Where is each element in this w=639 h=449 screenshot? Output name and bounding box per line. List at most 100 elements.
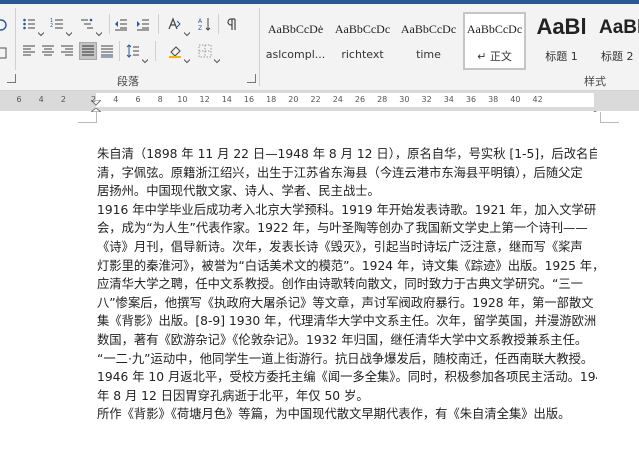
- ruler-tick-label: 36: [465, 95, 477, 104]
- font-dialog-icon[interactable]: [0, 18, 8, 32]
- multilevel-list-icon[interactable]: [80, 17, 94, 31]
- style-name: aslcompl...: [265, 48, 326, 61]
- ruler-tick-label: 8: [157, 95, 163, 104]
- ruler-tick-label: 4: [113, 95, 119, 104]
- text-line[interactable]: 《诗》月刊，倡导新诗。次年，发表长诗《毁灭》，引起当时诗坛广泛注意，继而写《桨声: [97, 238, 597, 257]
- style-aslcompl[interactable]: AaBbCcDė aslcompl...: [264, 12, 327, 70]
- decrease-indent-icon[interactable]: [114, 17, 128, 31]
- style-name: ↵ 正文: [477, 50, 512, 63]
- paragraph-group-label: 段落: [117, 75, 139, 88]
- style-time[interactable]: AaBbCcDc time: [397, 12, 460, 70]
- chevron-down-icon[interactable]: [95, 22, 103, 37]
- text-line[interactable]: 灯影里的秦淮河》，被誉为“白话美术文的模范”。1924 年，诗文集《踪迹》出版。…: [97, 257, 597, 276]
- text-line[interactable]: 居扬州。中国现代散文家、诗人、学者、民主战士。: [97, 182, 597, 201]
- text-effects-icon[interactable]: [0, 46, 8, 60]
- style-sample: AaBbCcDc: [466, 22, 523, 36]
- ruler-tick-label: 12: [199, 95, 210, 104]
- ruler-tick-label: 26: [354, 95, 366, 104]
- document-canvas[interactable]: 朱自清（1898 年 11 月 22 日—1948 年 8 月 12 日），原名…: [0, 112, 639, 449]
- align-center-icon[interactable]: [41, 44, 55, 58]
- distributed-icon[interactable]: [100, 44, 114, 58]
- style-sample: AaBbCcDc: [334, 22, 391, 36]
- style-name: 标题 1: [545, 50, 578, 63]
- chevron-down-icon[interactable]: [65, 22, 73, 37]
- ruler-tick-label: 24: [332, 95, 343, 104]
- horizontal-ruler[interactable]: 6 4 2 2 4 6 8 10 12 14 16 18 20 22 24 26 28 30 32 34 36 38 40 4…: [0, 91, 639, 117]
- style-sample: AaBl: [536, 14, 587, 39]
- line-spacing-icon[interactable]: [126, 44, 140, 58]
- ruler-tick-label: 6: [16, 95, 22, 104]
- document-body[interactable]: 朱自清（1898 年 11 月 22 日—1948 年 8 月 12 日），原名…: [97, 145, 597, 424]
- style-heading-2[interactable]: AaBb 标题 2: [595, 12, 639, 70]
- show-marks-icon[interactable]: [224, 17, 238, 31]
- ruler-tick-label: 14: [221, 95, 232, 104]
- separator: [109, 14, 110, 34]
- style-name: richtext: [341, 48, 384, 61]
- bullets-icon[interactable]: [22, 17, 36, 31]
- chinese-layout-icon[interactable]: [167, 17, 181, 31]
- ruler-tick-label: 16: [243, 95, 255, 104]
- styles-gallery: AaBbCcDė aslcompl... AaBbCcDc richtext A…: [264, 12, 639, 70]
- sort-icon[interactable]: AZ: [198, 17, 212, 31]
- ruler-tick-label: 10: [177, 95, 188, 104]
- page-corner-marker: [600, 112, 619, 123]
- borders-icon[interactable]: [198, 44, 212, 58]
- ruler-tick-label: 18: [266, 95, 277, 104]
- ruler-tick-label: 6: [135, 95, 141, 104]
- text-line[interactable]: 会，成为“为人生”代表作家。1922 年，与叶圣陶等创办了我国新文学史上第一个诗…: [97, 219, 597, 238]
- style-sample: AaBbCcDė: [267, 22, 324, 36]
- style-heading-1[interactable]: AaBl 标题 1: [530, 12, 593, 70]
- numbering-icon[interactable]: 12: [50, 17, 64, 31]
- style-name: time: [416, 48, 441, 61]
- ribbon-home-tab: 12 AZ 段落 样式 AaBbCcDė aslcompl... AaBbCcD…: [0, 4, 639, 91]
- chevron-down-icon[interactable]: [213, 49, 221, 64]
- ruler-tick-label: 28: [377, 95, 388, 104]
- ruler-tick-label: 30: [399, 95, 410, 104]
- text-line[interactable]: 1946 年 10 月返北平，受校方委托主编《闻一多全集》。同时，积极参加各项民…: [97, 368, 597, 387]
- separator: [119, 41, 120, 61]
- separator: [218, 14, 219, 34]
- styles-group-label: 样式: [584, 75, 606, 88]
- style-name: 标题 2: [601, 50, 634, 63]
- justify-icon[interactable]: [79, 42, 97, 60]
- separator: [155, 41, 156, 61]
- style-sample: AaBb: [599, 17, 639, 38]
- text-line[interactable]: 应清华大学之聘，任中文系教授。创作由诗歌转向散文，同时致力于古典文学研究。“三一: [97, 275, 597, 294]
- ruler-tick-label: 2: [60, 95, 66, 104]
- text-line[interactable]: 数国，著有《欧游杂记》《伦敦杂记》。1932 年归国，继任清华大学中文系教授兼系…: [97, 331, 597, 350]
- svg-text:2: 2: [50, 23, 53, 29]
- align-left-icon[interactable]: [22, 44, 36, 58]
- text-line[interactable]: 年 8 月 12 日因胃穿孔病逝于北平，年仅 50 岁。: [97, 387, 597, 406]
- increase-indent-icon[interactable]: [136, 17, 150, 31]
- svg-text:A: A: [198, 18, 203, 25]
- text-line[interactable]: 集《背影》出版。[8-9] 1930 年，代理清华大学中文系主任。次年，留学英国…: [97, 312, 597, 331]
- shading-icon[interactable]: [168, 44, 182, 58]
- ruler-tick-label: 2: [91, 95, 97, 104]
- style-richtext[interactable]: AaBbCcDc richtext: [331, 12, 394, 70]
- ruler-tick-label: 34: [443, 95, 454, 104]
- ruler-tick-label: 32: [421, 95, 432, 104]
- align-right-icon[interactable]: [60, 44, 74, 58]
- style-sample: AaBbCcDc: [400, 22, 457, 36]
- font-dialog-launcher-icon[interactable]: [7, 74, 16, 83]
- text-line[interactable]: 八”惨案后，他撰写《执政府大屠杀记》等文章，声讨军阀政府暴行。1928 年，第一…: [97, 294, 597, 313]
- ruler-tick-label: 38: [488, 95, 499, 104]
- paragraph-dialog-launcher-icon[interactable]: [247, 74, 256, 83]
- chevron-down-icon[interactable]: [183, 22, 191, 37]
- chevron-down-icon[interactable]: [37, 22, 45, 37]
- text-line[interactable]: 朱自清（1898 年 11 月 22 日—1948 年 8 月 12 日），原名…: [97, 145, 597, 164]
- group-separator: [15, 8, 16, 70]
- text-line[interactable]: 清，字佩弦。原籍浙江绍兴，出生于江苏省东海县（今连云港市东海县平明镇），后随父定: [97, 164, 597, 183]
- ruler-tick-label: 40: [510, 95, 521, 104]
- ruler-tick-label: 22: [310, 95, 321, 104]
- separator: [158, 14, 159, 34]
- text-line[interactable]: 所作《背影》《荷塘月色》等篇，为中国现代散文早期代表作，有《朱自清全集》出版。: [97, 405, 597, 424]
- text-line[interactable]: 1916 年中学毕业后成功考入北京大学预科。1919 年开始发表诗歌。1921 …: [97, 201, 597, 220]
- group-separator: [259, 8, 260, 86]
- ruler-tick-label: 20: [288, 95, 299, 104]
- chevron-down-icon[interactable]: [183, 49, 191, 64]
- style-normal[interactable]: AaBbCcDc ↵ 正文: [463, 12, 526, 70]
- ruler-tick-label: 42: [532, 95, 543, 104]
- text-line[interactable]: “一二·九”运动中，他同学生一道上街游行。抗日战争爆发后，随校南迁，任西南联大教…: [97, 350, 597, 369]
- chevron-down-icon[interactable]: [141, 49, 149, 64]
